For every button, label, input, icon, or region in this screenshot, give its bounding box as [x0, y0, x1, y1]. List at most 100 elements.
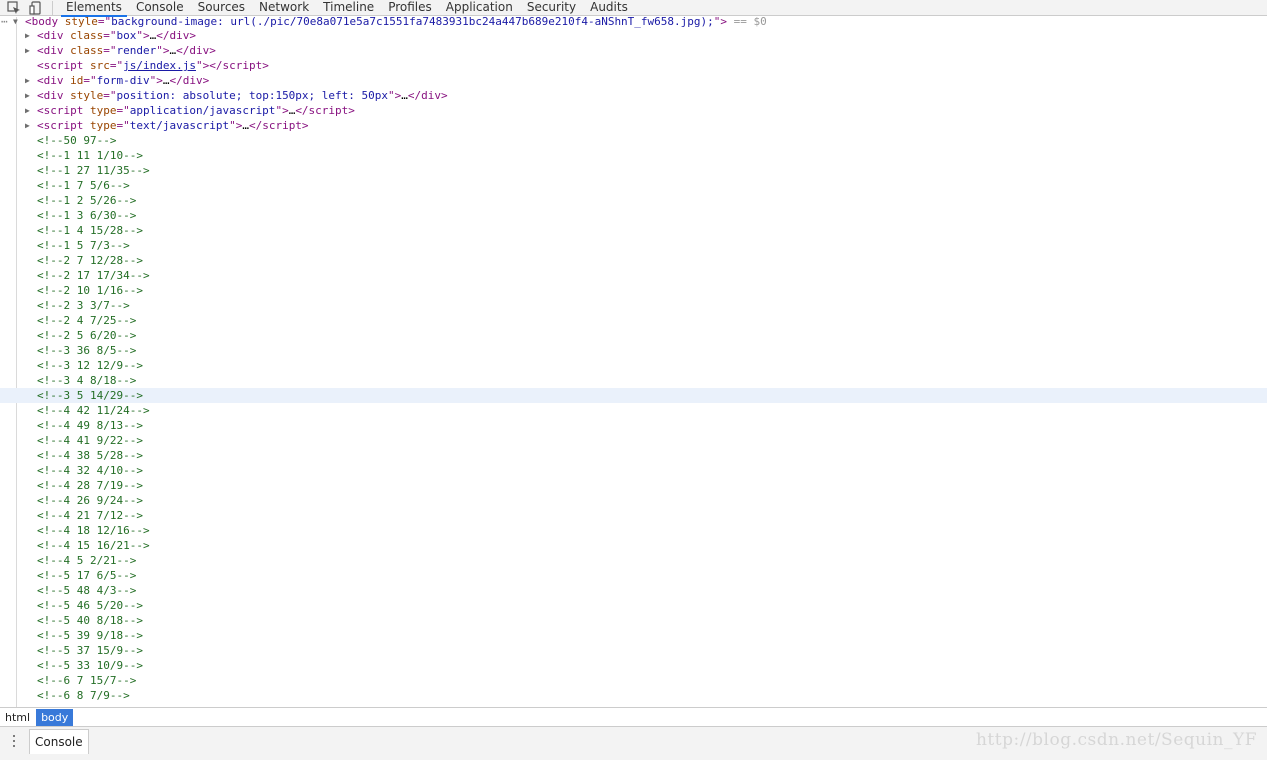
- tree-node-comment[interactable]: <!--6 7 15/7-->: [0, 673, 1267, 688]
- tree-node-script[interactable]: ▶ <script type="text/javascript">…</scrip…: [0, 118, 1267, 133]
- collapse-triangle-icon[interactable]: ▶: [25, 28, 35, 43]
- tree-node-script[interactable]: <script src="js/index.js"></script>: [0, 58, 1267, 73]
- attr-eq: =": [109, 59, 124, 72]
- tree-node-comment[interactable]: <!--50 97-->: [0, 133, 1267, 148]
- collapse-triangle-icon[interactable]: ▶: [25, 88, 35, 103]
- tree-node-comment[interactable]: <!--4 41 9/22-->: [0, 433, 1267, 448]
- tree-node-comment[interactable]: <!--5 17 6/5-->: [0, 568, 1267, 583]
- breadcrumb-html[interactable]: html: [0, 709, 35, 726]
- tree-node-comment[interactable]: <!--2 10 1/16-->: [0, 283, 1267, 298]
- tab-audits[interactable]: Audits: [583, 0, 635, 16]
- tree-node-comment[interactable]: <!--2 4 7/25-->: [0, 313, 1267, 328]
- tree-node-comment[interactable]: <!--5 37 15/9-->: [0, 643, 1267, 658]
- breadcrumb-body[interactable]: body: [36, 708, 74, 726]
- collapse-triangle-icon[interactable]: ▶: [25, 73, 35, 88]
- tab-application[interactable]: Application: [439, 0, 520, 16]
- inspect-element-icon[interactable]: [6, 0, 22, 15]
- collapse-triangle-icon[interactable]: ▶: [25, 118, 35, 133]
- selected-marker: == $0: [727, 17, 767, 28]
- tab-console[interactable]: Console: [129, 0, 191, 16]
- comment-text: <!--4 38 5/28-->: [37, 449, 143, 462]
- tree-node-comment[interactable]: <!--4 38 5/28-->: [0, 448, 1267, 463]
- tab-network[interactable]: Network: [252, 0, 316, 16]
- tree-node-comment[interactable]: <!--4 32 4/10-->: [0, 463, 1267, 478]
- tree-node-comment[interactable]: <!--4 26 9/24-->: [0, 493, 1267, 508]
- device-mode-icon[interactable]: [28, 0, 44, 15]
- comment-text: <!--5 17 6/5-->: [37, 569, 137, 582]
- attr-name: type: [89, 104, 117, 117]
- attr-value: form-div: [96, 74, 150, 87]
- breadcrumb: html body: [0, 707, 1267, 726]
- tree-rows: ⋯ ▼ <body style="background-image: url(./p…: [0, 17, 1267, 703]
- tree-node-div[interactable]: ▶ <div style="position: absolute; top:150…: [0, 88, 1267, 103]
- ellipsis[interactable]: …: [242, 119, 249, 132]
- tree-node-comment[interactable]: <!--4 21 7/12-->: [0, 508, 1267, 523]
- comment-text: <!--4 18 12/16-->: [37, 524, 150, 537]
- tree-node-div[interactable]: ▶ <div id="form-div">…</div>: [0, 73, 1267, 88]
- tree-node-comment[interactable]: <!--1 2 5/26-->: [0, 193, 1267, 208]
- tree-node-comment[interactable]: <!--1 5 7/3-->: [0, 238, 1267, 253]
- node-markup: <script src="js/index.js"></script>: [37, 58, 269, 73]
- tree-node-comment[interactable]: <!--4 15 16/21-->: [0, 538, 1267, 553]
- comment-text: <!--5 33 10/9-->: [37, 659, 143, 672]
- tree-node-comment[interactable]: <!--4 28 7/19-->: [0, 478, 1267, 493]
- tree-node-comment[interactable]: <!--1 3 6/30-->: [0, 208, 1267, 223]
- script-src-link[interactable]: js/index.js: [123, 59, 196, 72]
- tree-node-div[interactable]: ▶ <div class="box">…</div>: [0, 28, 1267, 43]
- comment-text: <!--3 5 14/29-->: [37, 389, 143, 402]
- comment-text: <!--6 7 15/7-->: [37, 674, 137, 687]
- drawer-tab-console[interactable]: Console: [29, 729, 89, 754]
- ellipsis[interactable]: …: [401, 89, 408, 102]
- tree-node-script[interactable]: ▶ <script type="application/javascript">……: [0, 103, 1267, 118]
- comment-text: <!--2 4 7/25-->: [37, 314, 137, 327]
- tree-node-comment[interactable]: <!--5 33 10/9-->: [0, 658, 1267, 673]
- tree-node-body[interactable]: ⋯ ▼ <body style="background-image: url(./p…: [0, 17, 1267, 28]
- comment-text: <!--1 7 5/6-->: [37, 179, 130, 192]
- tab-sources[interactable]: Sources: [191, 0, 252, 16]
- attr-eq: =": [97, 17, 112, 28]
- tree-node-comment[interactable]: <!--2 17 17/34-->: [0, 268, 1267, 283]
- tab-timeline[interactable]: Timeline: [316, 0, 381, 16]
- tree-node-comment[interactable]: <!--6 8 7/9-->: [0, 688, 1267, 703]
- tag-close: >: [143, 29, 150, 42]
- tree-node-comment[interactable]: <!--3 5 14/29-->: [0, 388, 1267, 403]
- tree-node-comment[interactable]: <!--4 5 2/21-->: [0, 553, 1267, 568]
- attr-name: style: [64, 17, 98, 28]
- panel-tabs: Elements Console Sources Network Timeline Pro…: [59, 0, 635, 17]
- comment-text: <!--3 36 8/5-->: [37, 344, 137, 357]
- tree-node-comment[interactable]: <!--1 11 1/10-->: [0, 148, 1267, 163]
- tree-node-comment[interactable]: <!--1 4 15/28-->: [0, 223, 1267, 238]
- tree-node-comment[interactable]: <!--1 7 5/6-->: [0, 178, 1267, 193]
- tree-node-comment[interactable]: <!--3 36 8/5-->: [0, 343, 1267, 358]
- tree-node-comment[interactable]: <!--4 42 11/24-->: [0, 403, 1267, 418]
- tree-node-comment[interactable]: <!--2 3 3/7-->: [0, 298, 1267, 313]
- tree-node-comment[interactable]: <!--4 18 12/16-->: [0, 523, 1267, 538]
- tree-node-div[interactable]: ▶ <div class="render">…</div>: [0, 43, 1267, 58]
- tree-node-comment[interactable]: <!--5 40 8/18-->: [0, 613, 1267, 628]
- tree-node-comment[interactable]: <!--5 46 5/20-->: [0, 598, 1267, 613]
- tree-node-comment[interactable]: <!--2 5 6/20-->: [0, 328, 1267, 343]
- tree-node-comment[interactable]: <!--5 39 9/18-->: [0, 628, 1267, 643]
- attr-eq: =": [116, 119, 130, 132]
- node-markup: <div class="box">…</div>: [37, 28, 196, 43]
- comment-text: <!--5 39 9/18-->: [37, 629, 143, 642]
- tree-node-comment[interactable]: <!--3 12 12/9-->: [0, 358, 1267, 373]
- tab-security[interactable]: Security: [520, 0, 583, 16]
- attr-quote: ": [388, 89, 395, 102]
- tab-profiles[interactable]: Profiles: [381, 0, 439, 16]
- tree-node-comment[interactable]: <!--1 27 11/35-->: [0, 163, 1267, 178]
- collapse-triangle-icon[interactable]: ▶: [25, 43, 35, 58]
- tree-node-comment[interactable]: <!--2 7 12/28-->: [0, 253, 1267, 268]
- attr-eq: =": [83, 74, 97, 87]
- collapse-triangle-icon[interactable]: ▶: [25, 103, 35, 118]
- comment-text: <!--1 27 11/35-->: [37, 164, 150, 177]
- watermark: http://blog.csdn.net/Sequin_YF: [975, 730, 1257, 750]
- tree-node-comment[interactable]: <!--5 48 4/3-->: [0, 583, 1267, 598]
- tree-node-comment[interactable]: <!--3 4 8/18-->: [0, 373, 1267, 388]
- row-menu-dots[interactable]: ⋯: [1, 17, 8, 28]
- expand-triangle-icon[interactable]: ▼: [13, 17, 23, 28]
- drawer-menu-icon[interactable]: [8, 733, 20, 749]
- attr-value: background-image: url(./pic/70e8a071e5a7…: [111, 17, 714, 28]
- tab-elements[interactable]: Elements: [59, 0, 129, 17]
- tree-node-comment[interactable]: <!--4 49 8/13-->: [0, 418, 1267, 433]
